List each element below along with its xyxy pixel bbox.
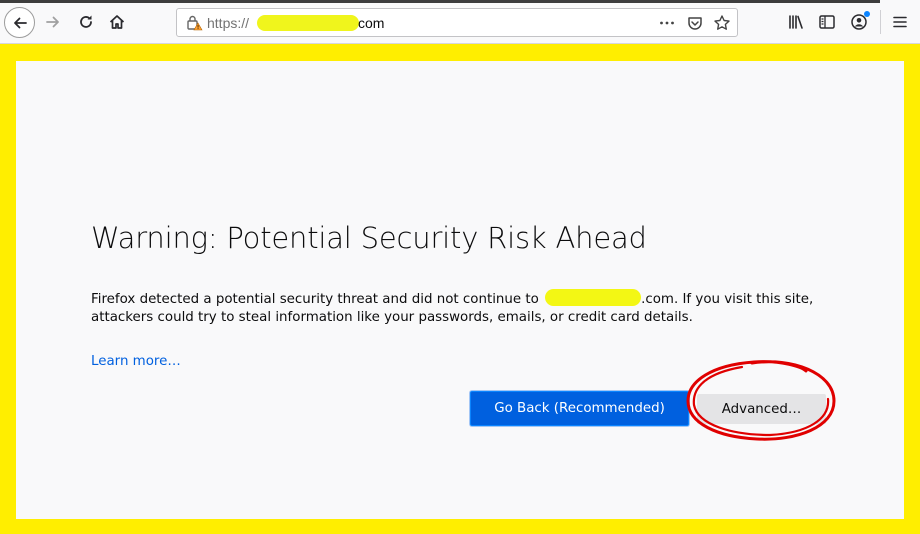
back-button[interactable] — [4, 7, 35, 38]
redacted-domain-highlight — [257, 15, 359, 31]
open-menu-button[interactable] — [890, 12, 910, 32]
tab-strip-edge — [0, 0, 880, 3]
pocket-icon — [688, 17, 702, 30]
url-scheme: https:// — [207, 15, 250, 31]
forward-button[interactable] — [40, 9, 66, 35]
bookmark-button[interactable] — [712, 13, 732, 33]
warning-lock-icon[interactable] — [185, 14, 203, 32]
error-page-content: Warning: Potential Security Risk Ahead F… — [16, 61, 904, 519]
description-text-before: Firefox detected a potential security th… — [91, 292, 544, 307]
error-description: Firefox detected a potential security th… — [91, 289, 851, 327]
page-actions-button[interactable] — [657, 13, 677, 33]
bookmark-star-icon — [714, 15, 730, 30]
home-icon — [109, 15, 125, 29]
back-arrow-icon — [13, 17, 27, 28]
sidebar-icon — [819, 15, 835, 29]
reload-icon — [80, 15, 92, 28]
url-tld: com — [358, 15, 385, 31]
redacted-domain-highlight — [545, 289, 642, 306]
browser-toolbar: https:// com — [0, 0, 920, 44]
advanced-button[interactable]: Advanced… — [697, 394, 826, 424]
library-button[interactable] — [786, 12, 806, 32]
learn-more-link[interactable]: Learn more… — [91, 354, 181, 369]
library-icon — [789, 15, 803, 29]
page-title: Warning: Potential Security Risk Ahead — [91, 221, 647, 255]
url-bar[interactable]: https:// com — [176, 8, 738, 37]
reload-button[interactable] — [73, 9, 99, 35]
more-actions-icon — [660, 21, 674, 25]
home-button[interactable] — [104, 9, 130, 35]
forward-arrow-icon — [46, 16, 59, 28]
hamburger-menu-icon — [893, 16, 907, 28]
notification-dot — [864, 11, 870, 17]
sidebar-toggle-button[interactable] — [817, 12, 837, 32]
go-back-button[interactable]: Go Back (Recommended) — [470, 391, 689, 426]
toolbar-separator — [880, 10, 881, 34]
pocket-button[interactable] — [685, 13, 705, 33]
